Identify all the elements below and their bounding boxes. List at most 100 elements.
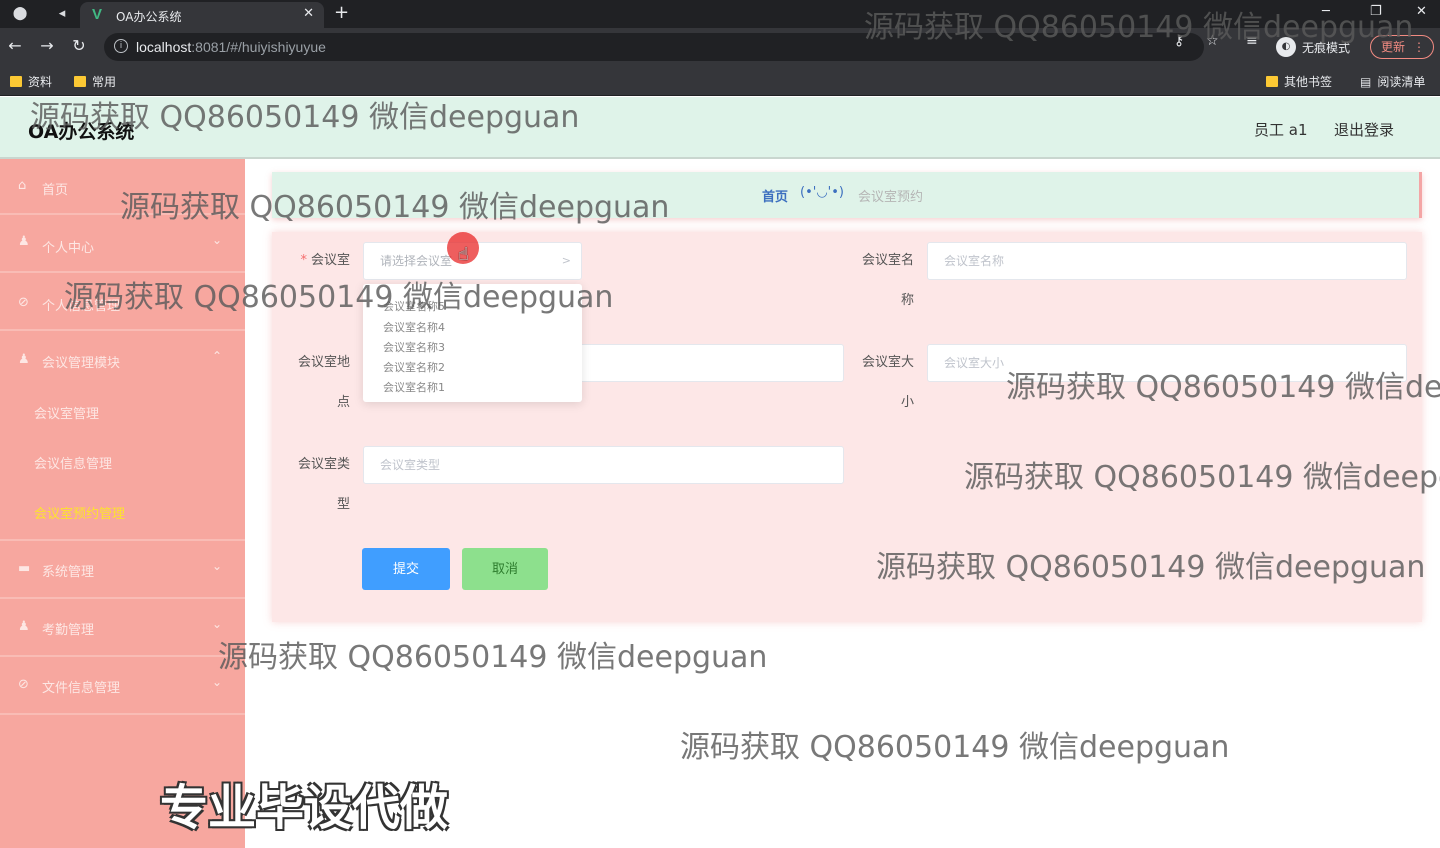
home-icon: ⌂	[18, 178, 27, 193]
room-type-label: 会议室类	[297, 457, 350, 472]
sidebar-item-personal-info[interactable]: ⊘ 个人信息管理	[0, 273, 245, 331]
sidebar-item-attendance[interactable]: ♟ 考勤管理 ⌄	[0, 599, 245, 657]
chevron-right-icon: >	[561, 254, 571, 267]
key-icon[interactable]: ⚷	[1174, 33, 1184, 49]
room-select-placeholder: 请选择会议室	[380, 254, 453, 268]
room-size-input[interactable]: 会议室大小	[927, 344, 1407, 382]
watermark: 源码获取 QQ86050149 微信deepguan	[218, 640, 768, 675]
sidebar-item-personal-center[interactable]: ♟ 个人中心 ⌄	[0, 215, 245, 273]
room-location-label-wrap: 点	[336, 395, 350, 410]
bookmark-label: 常用	[92, 75, 117, 89]
reading-list-icon[interactable]: ≡	[1246, 33, 1258, 49]
app-header: OA办公系统 员工 a1 退出登录	[0, 97, 1440, 159]
breadcrumb-current: 会议室预约	[858, 190, 924, 205]
bookmark-label: 其他书签	[1284, 75, 1333, 89]
sidebar-item-label: 考勤管理	[42, 623, 95, 638]
update-label: 更新	[1381, 40, 1406, 54]
sidebar-subitem-reservation[interactable]: 会议室预约管理	[0, 487, 245, 541]
update-button[interactable]: 更新 ⋮	[1370, 35, 1434, 59]
chevron-down-icon: ⌄	[212, 675, 223, 689]
browser-tab[interactable]: V OA办公系统 ✕	[80, 2, 324, 28]
minimize-icon[interactable]: ─	[1322, 4, 1330, 19]
app-title: OA办公系统	[28, 121, 135, 143]
site-info-icon[interactable]: i	[114, 39, 128, 53]
vue-favicon-icon: V	[92, 6, 103, 23]
reload-icon[interactable]: ↻	[68, 36, 90, 55]
logout-link[interactable]: 退出登录	[1334, 119, 1394, 140]
sidebar-subitem-label: 会议信息管理	[34, 457, 113, 472]
submit-button[interactable]: 提交	[362, 548, 450, 590]
room-location-label: 会议室地	[297, 355, 350, 370]
watermark: 源码获取 QQ86050149 微信deepguan	[680, 730, 1230, 765]
sidebar-subitem-label: 会议室管理	[34, 407, 100, 422]
sidebar-item-home[interactable]: ⌂ 首页	[0, 159, 245, 215]
chevron-down-icon: ⌄	[212, 617, 223, 631]
settings-icon: ⊘	[18, 295, 29, 310]
sidebar-item-label: 会议管理模块	[42, 356, 121, 371]
bookmark-folder[interactable]: 常用	[74, 73, 116, 90]
sidebar-subitem-room[interactable]: 会议室管理	[0, 387, 245, 437]
folder-icon	[1266, 76, 1278, 87]
incognito-label: 无痕模式	[1302, 40, 1351, 55]
room-name-input[interactable]: 会议室名称	[927, 242, 1407, 280]
room-type-label-wrap: 型	[336, 497, 350, 512]
hand-cursor-icon: ☝	[458, 244, 469, 265]
room-size-placeholder: 会议室大小	[944, 356, 1005, 370]
dropdown-option[interactable]: 会议室名称3	[383, 341, 445, 355]
user-icon: ♟	[18, 234, 30, 249]
browser-logo-icon: ⬤	[12, 6, 28, 21]
sidebar-item-meeting[interactable]: ♟ 会议管理模块 ⌃	[0, 331, 245, 389]
dropdown-option[interactable]: 会议室名称4	[383, 321, 445, 335]
sidebar-subitem-label: 会议室预约管理	[34, 507, 126, 522]
bookmark-label: 阅读清单	[1377, 75, 1426, 89]
dropdown-option[interactable]: 会议室名称5	[383, 300, 445, 314]
url-text: localhost:8081/#/huiyishiyuyue	[136, 39, 326, 55]
sidebar-item-label: 个人信息管理	[42, 299, 121, 314]
user-icon: ♟	[18, 352, 30, 367]
bookmark-label: 资料	[28, 75, 53, 89]
close-window-icon[interactable]: ✕	[1416, 4, 1427, 19]
current-user: 员工 a1	[1254, 121, 1308, 139]
incognito-icon: ◐	[1276, 37, 1296, 57]
message-icon: ▬	[18, 561, 31, 576]
sidebar-item-label: 首页	[42, 183, 69, 198]
bookmark-folder[interactable]: 资料	[10, 73, 52, 90]
tab-title: OA办公系统	[116, 10, 182, 24]
new-tab-icon[interactable]: +	[334, 2, 349, 23]
sidebar-item-system[interactable]: ▬ 系统管理 ⌄	[0, 541, 245, 599]
reading-list-button[interactable]: ▤ 阅读清单	[1360, 73, 1425, 90]
breadcrumb-separator: (•'◡'•)	[800, 185, 844, 200]
dropdown-option[interactable]: 会议室名称1	[383, 381, 445, 395]
sidebar: ⌂ 首页 ♟ 个人中心 ⌄ ⊘ 个人信息管理 ♟ 会议管理模块 ⌃ 会议室管理 …	[0, 159, 245, 848]
watermark-big: 专业毕设代做	[160, 780, 449, 836]
browser-tabstrip: ⬤ ◂ V OA办公系统 ✕ + ─ ❐ ✕	[0, 0, 1440, 28]
cancel-button[interactable]: 取消	[462, 548, 548, 590]
forward-icon[interactable]: →	[36, 36, 58, 55]
bookmark-folder-other[interactable]: 其他书签	[1266, 73, 1332, 90]
dropdown-option[interactable]: 会议室名称2	[383, 361, 445, 375]
sidebar-item-label: 个人中心	[42, 241, 95, 256]
back-icon[interactable]: ←	[4, 36, 26, 55]
breadcrumb-home[interactable]: 首页	[762, 186, 788, 205]
chevron-down-icon: ⌄	[212, 233, 223, 247]
address-bar: ← → ↻ i localhost:8081/#/huiyishiyuyue ⚷…	[0, 28, 1440, 66]
sidebar-item-label: 系统管理	[42, 565, 95, 580]
room-select-label: * 会议室	[300, 253, 350, 268]
star-icon[interactable]: ☆	[1206, 33, 1219, 49]
reading-list-icon: ▤	[1360, 74, 1372, 89]
restore-icon[interactable]: ❐	[1370, 4, 1382, 19]
room-type-input[interactable]: 会议室类型	[363, 446, 844, 484]
tab-close-icon[interactable]: ✕	[303, 6, 314, 21]
room-name-placeholder: 会议室名称	[944, 254, 1005, 268]
url-input[interactable]: i localhost:8081/#/huiyishiyuyue	[104, 33, 1204, 61]
chevron-up-icon: ⌃	[212, 349, 223, 363]
incognito-indicator[interactable]: ◐ 无痕模式	[1276, 36, 1350, 58]
bookmarks-bar: 资料 常用 其他书签 ▤ 阅读清单	[0, 66, 1440, 96]
room-size-label-wrap: 小	[900, 395, 914, 410]
mute-icon[interactable]: ◂	[52, 4, 72, 24]
sidebar-item-files[interactable]: ⊘ 文件信息管理 ⌄	[0, 657, 245, 715]
sidebar-subitem-meeting-info[interactable]: 会议信息管理	[0, 437, 245, 487]
user-icon: ♟	[18, 619, 30, 634]
room-size-label: 会议室大	[861, 355, 914, 370]
folder-icon	[74, 76, 86, 87]
